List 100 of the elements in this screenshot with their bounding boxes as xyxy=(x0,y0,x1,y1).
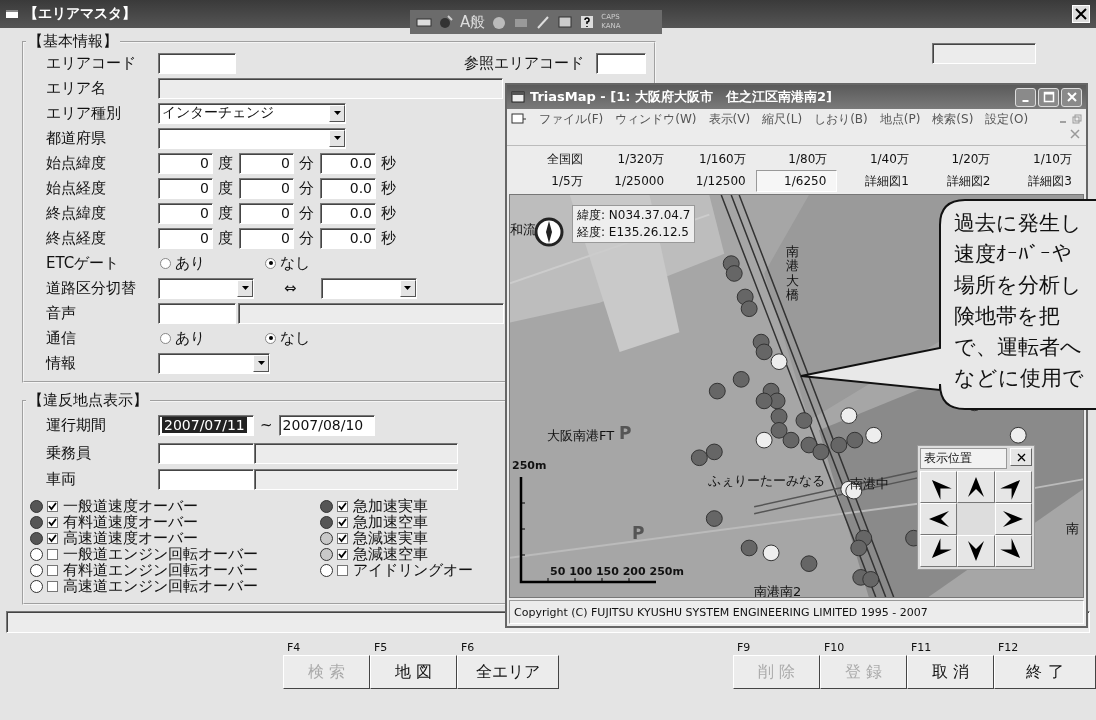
radio-option[interactable]: なし xyxy=(265,328,370,348)
scale-button[interactable]: 詳細図1 xyxy=(837,170,919,192)
scale-label: 250m xyxy=(512,459,547,472)
number-field[interactable]: 0 xyxy=(239,152,294,174)
dropdown[interactable] xyxy=(158,277,254,299)
palette-icon[interactable] xyxy=(491,14,508,30)
code-field[interactable] xyxy=(158,52,236,74)
date-field[interactable]: 2007/08/10 xyxy=(278,414,375,436)
pan-button[interactable] xyxy=(957,535,995,567)
function-button[interactable]: 地 図 xyxy=(370,655,457,689)
violation-marker xyxy=(762,544,780,562)
unit-label: 分 xyxy=(299,153,314,173)
function-button[interactable]: 取 消 xyxy=(907,655,994,689)
code-field[interactable] xyxy=(158,443,254,464)
unit-label: 度 xyxy=(218,178,233,198)
menu-item[interactable]: 地点(P) xyxy=(879,110,921,128)
checkbox-option[interactable]: 高速道エンジン回転オーバー xyxy=(47,576,258,596)
caret-icon xyxy=(329,104,345,122)
violation-marker xyxy=(850,539,868,557)
number-field[interactable]: 0 xyxy=(158,202,213,224)
name-field[interactable] xyxy=(254,469,458,490)
menu-item[interactable]: しおり(B) xyxy=(814,110,868,128)
coordinate-text: 経度: E135.26.12.5 xyxy=(577,224,690,241)
radio-option[interactable]: あり xyxy=(160,328,265,348)
minimize-button[interactable] xyxy=(1015,87,1036,107)
dropdown[interactable] xyxy=(158,352,270,374)
dropdown[interactable] xyxy=(320,277,417,299)
unit-label: 度 xyxy=(218,203,233,223)
key-label: F11 xyxy=(910,641,933,655)
maximize-button[interactable] xyxy=(1038,87,1059,107)
input-mode-label[interactable]: A般 xyxy=(460,12,486,32)
violation-marker xyxy=(755,431,773,449)
number-field[interactable]: 0 xyxy=(158,177,213,199)
number-field[interactable]: 0 xyxy=(239,227,294,249)
menu-item[interactable]: 表示(V) xyxy=(708,110,751,128)
scale-button[interactable]: 1/20万 xyxy=(918,148,1001,170)
pan-button[interactable] xyxy=(994,535,1032,567)
code-field[interactable] xyxy=(158,469,254,490)
dropdown[interactable]: インターチェンジ xyxy=(158,102,346,124)
function-button[interactable]: 終 了 xyxy=(994,655,1096,689)
number-field[interactable]: 0 xyxy=(158,227,213,249)
violation-marker xyxy=(708,382,726,400)
number-field[interactable]: 0.0 xyxy=(320,202,376,224)
pan-button[interactable] xyxy=(994,503,1032,535)
dropdown[interactable] xyxy=(158,127,346,149)
reference-code-field[interactable] xyxy=(596,52,646,74)
scale-button[interactable]: 1/160万 xyxy=(674,148,756,170)
date-field[interactable]: 2007/07/11 xyxy=(158,414,254,436)
scale-button[interactable]: 1/320万 xyxy=(592,148,675,170)
violation-marker xyxy=(770,353,788,371)
violation-marker xyxy=(740,300,758,318)
function-button[interactable]: 全エリア xyxy=(457,655,559,689)
number-field[interactable]: 0 xyxy=(158,152,213,174)
name-field[interactable] xyxy=(254,443,458,464)
brush-icon[interactable] xyxy=(438,14,454,30)
copyright-text: Copyright (C) FUJITSU KYUSHU SYSTEM ENGINEERING LIMITED 1995 - 2007 xyxy=(509,600,1084,624)
menu-item[interactable]: ウィンドウ(W) xyxy=(615,110,697,128)
number-field[interactable]: 0.0 xyxy=(320,152,376,174)
scale-button[interactable]: 全国図 xyxy=(511,148,593,170)
pen-icon[interactable] xyxy=(535,14,552,30)
place-label: ふぇりーたーみなる xyxy=(708,472,825,490)
scale-button[interactable]: 1/10万 xyxy=(1000,148,1082,170)
pan-button[interactable] xyxy=(994,471,1032,503)
name-field[interactable] xyxy=(158,77,503,99)
pan-button[interactable] xyxy=(957,471,995,503)
menu-item[interactable]: 設定(O) xyxy=(985,110,1029,128)
caret-icon xyxy=(253,354,269,372)
menu-item[interactable]: 検索(S) xyxy=(932,110,974,128)
close-button[interactable] xyxy=(1061,87,1082,107)
number-field[interactable]: 0.0 xyxy=(320,177,376,199)
violation-marker xyxy=(740,539,758,557)
name-field[interactable] xyxy=(238,302,504,324)
radio-option[interactable]: あり xyxy=(160,253,265,273)
menu-item[interactable]: ファイル(F) xyxy=(539,110,604,128)
caret-icon xyxy=(237,279,253,297)
scale-button[interactable]: 1/40万 xyxy=(837,148,919,170)
scale-button[interactable]: 1/80万 xyxy=(755,148,838,170)
menu-item[interactable]: 縮尺(L) xyxy=(762,110,803,128)
field-label: 音声 xyxy=(46,303,77,323)
scale-button[interactable]: 詳細図2 xyxy=(918,170,1001,192)
code-field[interactable] xyxy=(158,302,236,324)
number-field[interactable]: 0 xyxy=(239,177,294,199)
dictionary-icon[interactable] xyxy=(557,14,574,30)
scale-button[interactable]: 1/5万 xyxy=(511,170,593,192)
scale-button[interactable]: 1/25000 xyxy=(592,170,675,192)
pan-button[interactable] xyxy=(920,471,958,503)
field-label: エリアコード xyxy=(46,53,137,73)
place-label: 大阪南港FT xyxy=(547,427,615,445)
radio-option[interactable]: なし xyxy=(265,253,370,273)
number-field[interactable]: 0 xyxy=(239,202,294,224)
violation-marker xyxy=(782,431,800,449)
help-icon[interactable] xyxy=(579,14,596,30)
scale-button[interactable]: 詳細図3 xyxy=(1000,170,1082,192)
pan-button[interactable] xyxy=(920,535,958,567)
unit-label: 秒 xyxy=(381,228,396,248)
key-label: F12 xyxy=(997,641,1020,655)
number-field[interactable]: 0.0 xyxy=(320,227,376,249)
scale-button[interactable]: 1/6250 xyxy=(755,170,838,192)
scale-button[interactable]: 1/12500 xyxy=(674,170,756,192)
pan-button[interactable] xyxy=(920,503,958,535)
